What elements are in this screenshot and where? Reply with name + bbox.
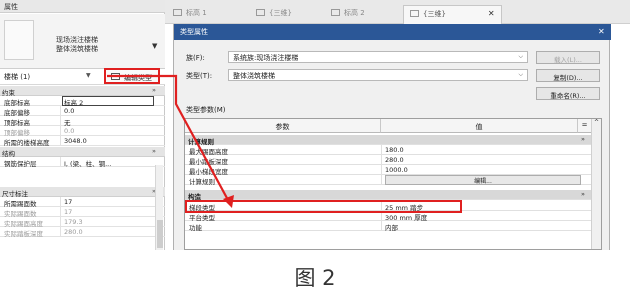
figure-caption: 图 2 bbox=[294, 266, 336, 290]
annotation-arrow bbox=[107, 74, 234, 208]
screenshot: 属性 现场浇注楼梯 整体浇筑楼梯 ▼ 楼梯 (1) ▼ 编辑类型 约束 » 底部… bbox=[0, 0, 630, 250]
